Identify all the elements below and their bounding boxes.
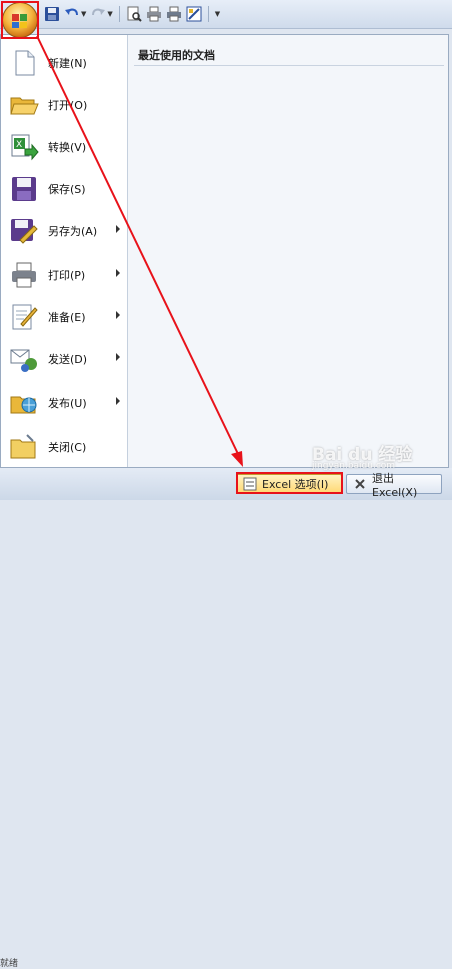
save-as-icon <box>11 219 38 244</box>
office-button-highlight <box>1 1 39 39</box>
menu-item-label: 另存为(A) <box>48 225 98 238</box>
printer-icon <box>12 262 36 288</box>
status-bar-text: 就绪 <box>0 959 19 969</box>
menu-item-label: 打开(O) <box>48 99 88 112</box>
svg-text:X: X <box>16 140 22 150</box>
office-menu: 新建(N) 打开(O) X 转换(V) 保存(S) 另存为(A) 打印(P) 准… <box>0 34 449 468</box>
menu-item-label: 发送(D) <box>48 353 88 366</box>
publish-icon <box>10 396 37 414</box>
send-icon <box>10 349 37 372</box>
exit-icon <box>355 479 365 489</box>
close-folder-icon <box>10 434 36 459</box>
watermark-url: jingyan.baidu.com <box>312 461 396 471</box>
menu-item-label: 打印(P) <box>48 269 86 282</box>
save-icon[interactable] <box>44 6 60 22</box>
undo-dropdown-icon[interactable]: ▼ <box>81 10 86 18</box>
print-preview-icon[interactable] <box>126 6 142 22</box>
menu-item-label: 关闭(C) <box>48 441 87 454</box>
prepare-icon <box>12 304 38 330</box>
recent-documents-panel: 最近使用的文档 <box>128 35 448 467</box>
menu-item-convert[interactable]: X 转换(V) <box>5 127 123 167</box>
new-document-icon <box>15 50 35 76</box>
menu-item-label: 转换(V) <box>48 141 87 154</box>
menu-item-print[interactable]: 打印(P) <box>5 255 123 295</box>
divider <box>134 65 444 66</box>
open-folder-icon <box>10 97 39 115</box>
exit-excel-label: 退出 Excel(X) <box>372 471 418 499</box>
save-icon <box>12 177 36 201</box>
menu-item-open[interactable]: 打开(O) <box>5 85 123 125</box>
menu-item-label: 准备(E) <box>48 311 86 324</box>
submenu-arrow-icon <box>116 353 120 361</box>
menu-item-publish[interactable]: 发布(U) <box>5 383 123 423</box>
menu-item-close[interactable]: 关闭(C) <box>5 427 123 467</box>
menu-item-send[interactable]: 发送(D) <box>5 339 123 379</box>
redo-dropdown-icon: ▼ <box>107 10 113 18</box>
menu-item-label: 发布(U) <box>48 397 87 410</box>
menu-item-label: 新建(N) <box>48 57 87 70</box>
exit-excel-button[interactable]: 退出 Excel(X) <box>346 472 442 499</box>
menu-item-save-as[interactable]: 另存为(A) <box>5 211 123 251</box>
quick-access-toolbar: ▼ ▼ ▼ <box>44 4 220 24</box>
recent-documents-title: 最近使用的文档 <box>138 49 215 62</box>
submenu-arrow-icon <box>116 225 120 233</box>
submenu-arrow-icon <box>116 269 120 277</box>
menu-item-prepare[interactable]: 准备(E) <box>5 297 123 337</box>
quick-print-icon-2[interactable] <box>166 6 182 22</box>
submenu-arrow-icon <box>116 311 120 319</box>
redo-icon <box>90 6 106 22</box>
undo-icon[interactable] <box>64 6 80 22</box>
title-bar: ▼ ▼ ▼ <box>0 0 452 29</box>
office-menu-commands: 新建(N) 打开(O) X 转换(V) 保存(S) 另存为(A) 打印(P) 准… <box>1 35 128 467</box>
excel-options-highlight <box>236 472 343 494</box>
menu-item-save[interactable]: 保存(S) <box>5 169 123 209</box>
menu-item-label: 保存(S) <box>48 183 86 196</box>
watermark: Bai du 经验 jingyan.baidu.com <box>312 440 412 471</box>
toolbar-separator <box>207 6 209 22</box>
submenu-arrow-icon <box>116 397 120 405</box>
customize-dropdown-icon[interactable]: ▼ <box>215 10 220 18</box>
page-setup-icon[interactable] <box>186 6 202 22</box>
menu-item-new[interactable]: 新建(N) <box>5 43 123 83</box>
quick-print-icon[interactable] <box>146 6 162 22</box>
convert-icon: X <box>11 134 39 161</box>
toolbar-separator <box>118 6 120 22</box>
